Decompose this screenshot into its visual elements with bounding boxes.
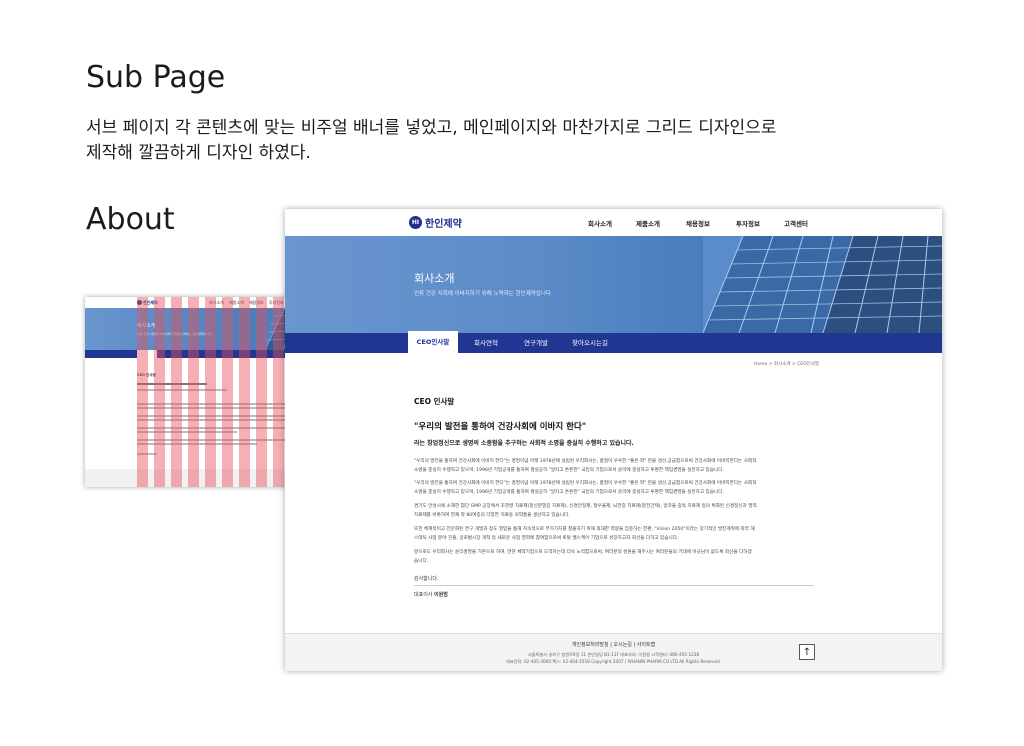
divider xyxy=(414,585,814,586)
description: 서브 페이지 각 콘텐츠에 맞는 비주얼 배너를 넣었고, 메인페이지와 마찬가… xyxy=(86,116,926,166)
paragraph-4: 또한 체계적이고 전문화된 연구 개발과 정도 영업을 통해 지속적으로 부가가… xyxy=(414,526,814,543)
site-header: HI 한인제약 회사소개 제품소개 채용정보 투자정보 고객센터 xyxy=(285,209,942,236)
arrow-up-icon: ↑ xyxy=(802,647,812,658)
scroll-top-button[interactable]: ↑ xyxy=(799,644,815,660)
thanks-text: 감사합니다. xyxy=(414,576,439,582)
section-title: About xyxy=(86,202,175,237)
grid-column xyxy=(256,297,267,487)
ceo-label: 대표이사 xyxy=(414,592,433,598)
paragraph-line: 경기도 안성시에 소재한 첨단 GMP 공장에서 조현병 치료제(정신분열증 치… xyxy=(414,504,757,509)
paragraph-line: 치료제를 비롯하여 현재 약 80여종의 다양한 치료용 의약품을 생산하고 있… xyxy=(414,512,570,518)
tab-ceo[interactable]: CEO인사말 xyxy=(408,331,458,353)
footer-address: 서울특별시 송파구 법원로9길 11 한인빌딩 B1-11F 대표자외: 이원범… xyxy=(527,652,700,657)
grid-column xyxy=(222,297,233,487)
grid-column xyxy=(171,297,182,487)
paragraph-2: "우리의 발전을 통하여 건강사회에 이바지 한다"는 경영이념 아래 1978… xyxy=(414,480,814,497)
paragraph-line: "우리의 발전을 통하여 건강사회에 이바지 한다"는 경영이념 아래 1978… xyxy=(414,459,757,464)
website-screenshot: HI 한인제약 회사소개 제품소개 채용정보 투자정보 고객센터 회사소개 인류… xyxy=(285,209,942,671)
tab-rnd[interactable]: 연구개발 xyxy=(513,333,559,353)
nav-item-support[interactable]: 고객센터 xyxy=(784,218,808,228)
ceo-signature: 대표이사 이원범 xyxy=(414,591,448,598)
breadcrumb: Home > 회사소개 > CEO인사말 xyxy=(754,362,820,367)
paragraph-line: 또한 체계적이고 전문화된 연구 개발과 정도 영업을 통해 지속적으로 부가가… xyxy=(414,527,755,532)
paragraph-3: 경기도 안성시에 소재한 첨단 GMP 공장에서 조현병 치료제(정신분열증 치… xyxy=(414,503,814,520)
page-heading: Sub Page xyxy=(86,60,226,95)
ceo-name: 이원범 xyxy=(434,592,448,598)
building-image xyxy=(703,236,942,333)
logo-icon: HI xyxy=(409,216,422,229)
paragraph-line: 소명을 충실히 수행하고 있으며, 1996년 기업공개를 통하여 명실공히 "… xyxy=(414,467,724,473)
footer-copyright: 대표전화: 02-405-3000 팩스: 02-404-2518 Copyri… xyxy=(505,659,722,664)
tab-history[interactable]: 회사연혁 xyxy=(462,333,510,353)
tab-location[interactable]: 찾아오시는길 xyxy=(562,333,618,353)
grid-column xyxy=(188,297,199,487)
description-line-1: 서브 페이지 각 콘텐츠에 맞는 비주얼 배너를 넣었고, 메인페이지와 마찬가… xyxy=(86,118,777,138)
content-title: CEO 인사말 xyxy=(414,397,455,406)
paragraph-1: "우리의 발전을 통하여 건강사회에 이바지 한다"는 경영이념 아래 1978… xyxy=(414,458,814,475)
paragraph-line: 소명을 충실히 수행하고 있으며, 1996년 기업공개를 통하여 명실공히 "… xyxy=(414,489,724,495)
paragraph-5: 앞으로도 우리회사는 윤리경영을 기본으로 하여, 연찬 체약기업으로 도약하는… xyxy=(414,549,814,566)
grid-column xyxy=(205,297,216,487)
ceo-quote: "우리의 발전을 통하여 건강사회에 이바지 한다" xyxy=(414,422,587,432)
grid-column xyxy=(137,297,148,487)
nav-item-company[interactable]: 회사소개 xyxy=(588,218,612,228)
grid-column xyxy=(273,297,284,487)
paragraph-line: 앞으로도 우리회사는 윤리경영을 기본으로 하여, 연찬 체약기업으로 도약하는… xyxy=(414,550,752,555)
paragraph-line: 스테틱 사업 분야 진출, 글로벌시장 개척 등 새로운 사업 영역에 참여함으… xyxy=(414,535,679,541)
paragraph-line: "우리의 발전을 통하여 건강사회에 이바지 한다"는 경영이념 아래 1978… xyxy=(414,481,757,486)
hero-title: 회사소개 xyxy=(414,272,455,285)
footer-links[interactable]: 개인정보처리방침 | 오시는길 | 사이트맵 xyxy=(285,641,942,648)
grid-column xyxy=(239,297,250,487)
nav-item-investor[interactable]: 투자정보 xyxy=(736,218,760,228)
site-logo[interactable]: HI 한인제약 xyxy=(409,215,462,230)
nav-item-products[interactable]: 제품소개 xyxy=(636,218,660,228)
description-line-2: 제작해 깔끔하게 디자인 하였다. xyxy=(86,143,311,163)
quote-subtitle: 라는 창업정신으로 생명의 소중함을 추구하는 사회적 소명을 충실히 수행하고… xyxy=(414,440,634,447)
nav-item-recruit[interactable]: 채용정보 xyxy=(686,218,710,228)
paragraph-line: 습니다. xyxy=(414,558,429,564)
hero-subtitle: 인류 건강 사회에 이바지하기 위해 노력하는 한인제약입니다. xyxy=(414,291,553,297)
grid-column xyxy=(154,297,165,487)
logo-text: 한인제약 xyxy=(425,219,462,230)
